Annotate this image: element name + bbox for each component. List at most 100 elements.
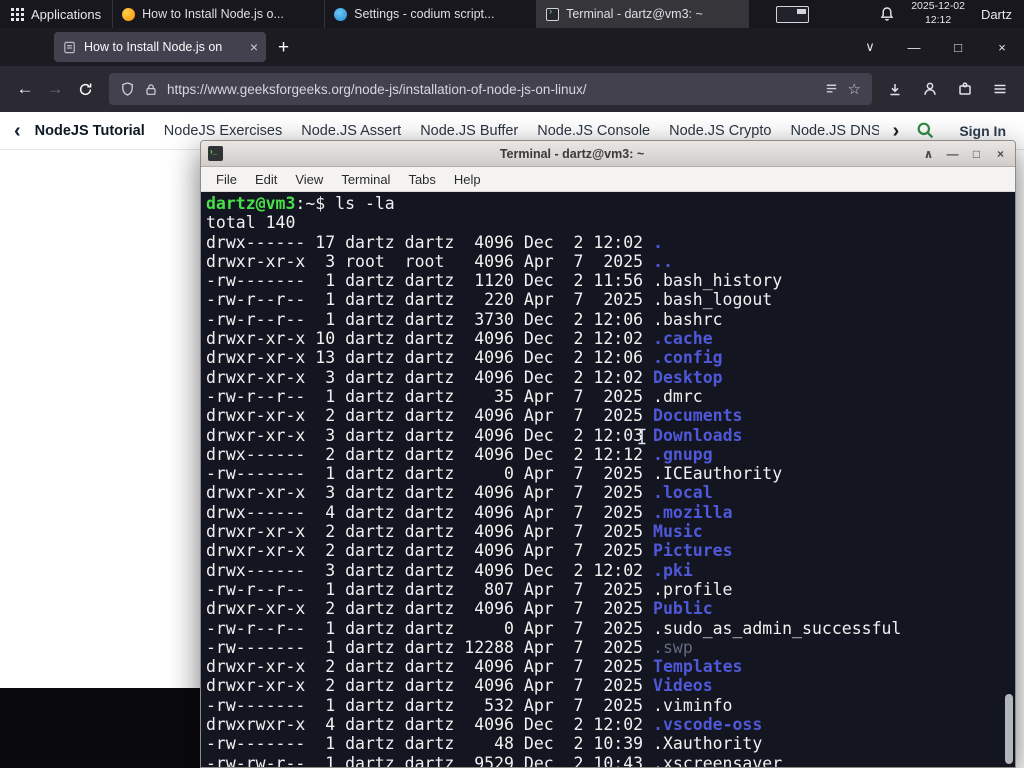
firefox-icon — [122, 7, 136, 21]
terminal-line: drwx------ 2 dartz dartz 4096 Dec 2 12:1… — [206, 444, 713, 464]
window-maximize-icon[interactable]: □ — [950, 40, 966, 55]
terminal-line: -rw------- 1 dartz dartz 0 Apr 7 2025 .I… — [206, 464, 783, 484]
terminal-line: dartz@vm3:~$ ls -la — [206, 194, 395, 213]
codium-icon — [334, 7, 348, 21]
bookmark-star-icon[interactable]: ☆ — [848, 80, 861, 98]
terminal-line: drwxr-xr-x 10 dartz dartz 4096 Dec 2 12:… — [206, 329, 713, 349]
terminal-line: -rw-r--r-- 1 dartz dartz 35 Apr 7 2025 .… — [206, 386, 703, 406]
nav-link-node-js-crypto[interactable]: Node.JS Crypto — [669, 123, 771, 139]
terminal-line: -rw-r--r-- 1 dartz dartz 0 Apr 7 2025 .s… — [206, 618, 902, 638]
browser-tab[interactable]: How to Install Node.js on × — [54, 32, 266, 62]
terminal-maximize-icon[interactable]: □ — [969, 148, 984, 160]
terminal-app-icon — [208, 146, 223, 161]
lock-icon[interactable] — [144, 82, 158, 97]
tab-title: How to Install Node.js on — [84, 40, 223, 54]
terminal-line: drwxr-xr-x 13 dartz dartz 4096 Dec 2 12:… — [206, 348, 723, 368]
tray-terminal-icon[interactable] — [776, 5, 810, 23]
terminal-line: drwxr-xr-x 3 dartz dartz 4096 Apr 7 2025… — [206, 483, 713, 503]
terminal-line: -rw------- 1 dartz dartz 532 Apr 7 2025 … — [206, 695, 733, 715]
menu-item-view[interactable]: View — [286, 169, 332, 190]
terminal-screen[interactable]: dartz@vm3:~$ ls -la total 140 drwx------ 1… — [201, 192, 1015, 767]
window-close-icon[interactable]: × — [994, 40, 1010, 55]
url-bar[interactable]: https://www.geeksforgeeks.org/node-js/in… — [109, 73, 872, 105]
terminal-scrollbar-thumb[interactable] — [1005, 694, 1013, 764]
taskbar-button-label: How to Install Node.js o... — [142, 7, 284, 21]
terminal-line: -rw-r--r-- 1 dartz dartz 807 Apr 7 2025 … — [206, 579, 733, 599]
terminal-minimize-icon[interactable]: — — [945, 148, 960, 160]
terminal-close-icon[interactable]: × — [993, 148, 1008, 160]
applications-label: Applications — [31, 6, 102, 22]
nav-scroll-right-icon[interactable]: › — [893, 121, 900, 141]
applications-grid-icon — [11, 7, 24, 21]
terminal-shade-icon[interactable]: ∧ — [921, 148, 936, 160]
downloads-icon[interactable] — [886, 80, 904, 98]
nav-link-node-js-console[interactable]: Node.JS Console — [537, 123, 650, 139]
back-button[interactable]: ← — [10, 74, 40, 104]
desktop: Applications How to Install Node.js o...… — [0, 0, 1024, 768]
menu-item-edit[interactable]: Edit — [246, 169, 286, 190]
clock-date: 2025-12-02 — [911, 0, 965, 13]
menu-item-help[interactable]: Help — [445, 169, 490, 190]
terminal-line: -rw-r--r-- 1 dartz dartz 3730 Dec 2 12:0… — [206, 309, 723, 329]
terminal-line: drwxrwxr-x 4 dartz dartz 4096 Dec 2 12:0… — [206, 715, 763, 735]
new-tab-button[interactable]: + — [278, 38, 289, 57]
terminal-line: drwxr-xr-x 2 dartz dartz 4096 Apr 7 2025… — [206, 657, 743, 677]
terminal-output: dartz@vm3:~$ ls -la total 140 drwx------ 1… — [206, 194, 1015, 767]
terminal-line: drwx------ 17 dartz dartz 4096 Dec 2 12:… — [206, 232, 663, 252]
taskbar-button[interactable]: How to Install Node.js o... — [113, 0, 326, 28]
terminal-line: drwxr-xr-x 3 root root 4096 Apr 7 2025 .… — [206, 251, 673, 271]
reload-button[interactable] — [70, 74, 100, 104]
terminal-titlebar[interactable]: Terminal - dartz@vm3: ~ ∧ — □ × — [201, 141, 1015, 167]
tab-close-icon[interactable]: × — [250, 40, 258, 54]
terminal-title: Terminal - dartz@vm3: ~ — [499, 146, 645, 161]
terminal-line: -rw------- 1 dartz dartz 12288 Apr 7 202… — [206, 637, 693, 657]
taskbar-button[interactable]: Settings - codium script... — [325, 0, 538, 28]
terminal-line: drwxr-xr-x 2 dartz dartz 4096 Apr 7 2025… — [206, 541, 733, 561]
nav-link-node-js-assert[interactable]: Node.JS Assert — [301, 123, 401, 139]
taskbar-button-label: Settings - codium script... — [354, 7, 495, 21]
notification-bell-icon[interactable] — [879, 6, 895, 22]
tracking-shield-icon[interactable] — [120, 81, 135, 97]
account-icon[interactable] — [921, 80, 939, 98]
nav-link-nodejs-exercises[interactable]: NodeJS Exercises — [164, 123, 282, 139]
tab-favicon — [64, 41, 75, 53]
extensions-icon[interactable] — [956, 80, 974, 98]
panel-indicators: 2025-12-02 12:12 Dartz — [776, 0, 1024, 27]
terminal-line: drwxr-xr-x 2 dartz dartz 4096 Apr 7 2025… — [206, 522, 703, 542]
toolbar-icon-cluster — [881, 80, 1014, 98]
user-label: Dartz — [980, 6, 1012, 22]
gfg-nav-links: NodeJS Tutorial NodeJS Exercises Node.JS A… — [35, 123, 879, 139]
terminal-line: drwxr-xr-x 2 dartz dartz 4096 Apr 7 2025… — [206, 676, 713, 696]
browser-toolbar: ← → https://www.geeksforgeeks.org/node-j… — [0, 66, 1024, 112]
clock-time: 12:12 — [924, 14, 952, 26]
nav-link-nodejs-tutorial[interactable]: NodeJS Tutorial — [35, 123, 145, 139]
clock[interactable]: 2025-12-02 12:12 — [911, 0, 965, 27]
terminal-line: drwxr-xr-x 2 dartz dartz 4096 Apr 7 2025… — [206, 406, 743, 426]
terminal-line: drwx------ 3 dartz dartz 4096 Dec 2 12:0… — [206, 560, 693, 580]
nav-link-node-js-dns[interactable]: Node.JS DNS — [790, 123, 878, 139]
url-text: https://www.geeksforgeeks.org/node-js/in… — [167, 81, 587, 97]
nav-link-node-js-buffer[interactable]: Node.JS Buffer — [420, 123, 518, 139]
terminal-line: -rw-rw-r-- 1 dartz dartz 9529 Dec 2 10:4… — [206, 753, 783, 767]
window-minimize-icon[interactable]: — — [906, 40, 922, 55]
sign-in-button[interactable]: Sign In — [959, 123, 1006, 139]
search-icon[interactable] — [913, 119, 937, 143]
taskbar-button[interactable]: Terminal - dartz@vm3: ~ — [537, 0, 750, 28]
terminal-scrollbar[interactable] — [1004, 192, 1014, 767]
menu-item-file[interactable]: File — [207, 169, 246, 190]
terminal-window: Terminal - dartz@vm3: ~ ∧ — □ × FileEdit… — [200, 140, 1016, 768]
terminal-line: drwx------ 4 dartz dartz 4096 Apr 7 2025… — [206, 502, 733, 522]
list-tabs-chevron-icon[interactable]: ∨ — [862, 39, 878, 55]
terminal-line: drwxr-xr-x 2 dartz dartz 4096 Apr 7 2025… — [206, 599, 713, 619]
terminal-line: drwxr-xr-x 3 dartz dartz 4096 Dec 2 12:0… — [206, 425, 743, 445]
terminal-menubar: File Edit View Terminal Tabs Help — [201, 167, 1015, 192]
menu-hamburger-icon[interactable] — [991, 80, 1009, 98]
page-dark-section — [0, 688, 202, 768]
menu-item-terminal[interactable]: Terminal — [332, 169, 399, 190]
terminal-line: -rw------- 1 dartz dartz 48 Dec 2 10:39 … — [206, 734, 763, 754]
terminal-line: -rw------- 1 dartz dartz 1120 Dec 2 11:5… — [206, 271, 783, 291]
reader-mode-icon[interactable] — [824, 82, 839, 96]
applications-menu[interactable]: Applications — [0, 0, 112, 28]
nav-scroll-left-icon[interactable]: ‹ — [14, 121, 21, 141]
menu-item-tabs[interactable]: Tabs — [399, 169, 444, 190]
